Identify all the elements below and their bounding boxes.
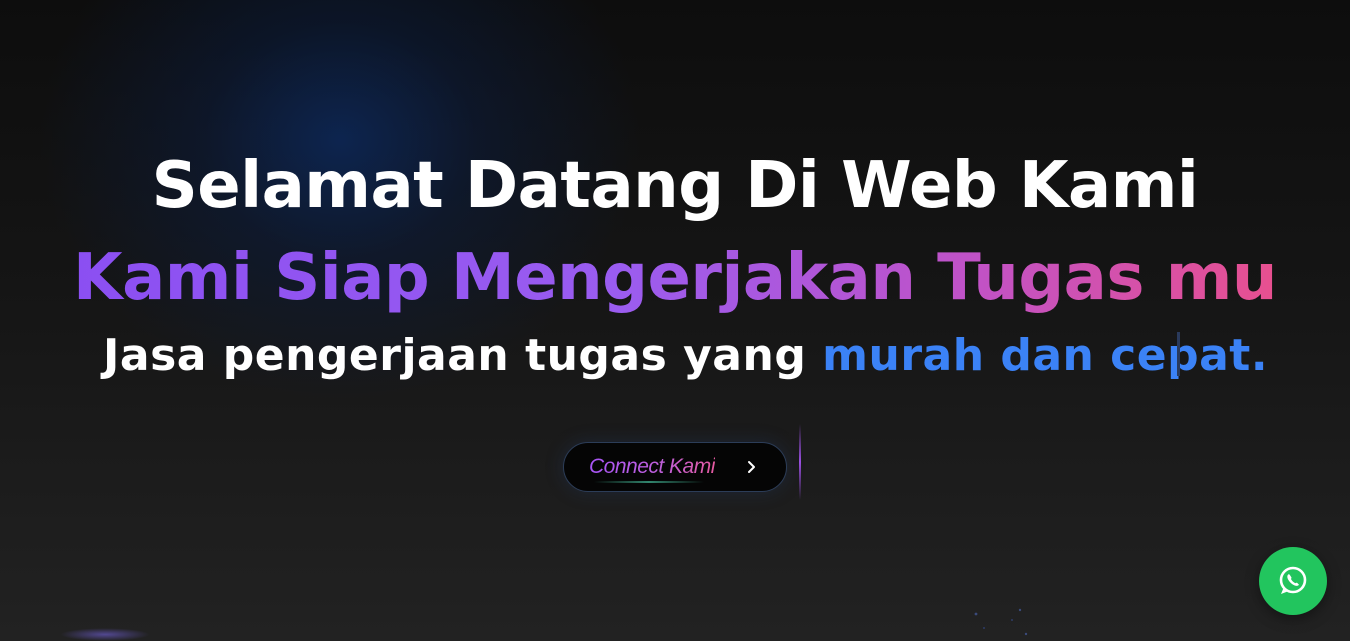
particle-dots-decoration [974, 608, 1028, 636]
tagline-highlight: murah dan cepat. [822, 330, 1269, 381]
hero-headline: Selamat Datang Di Web Kami [151, 149, 1199, 223]
button-beam-decoration [799, 424, 801, 500]
connect-button-label: Connect Kami [589, 455, 715, 478]
typing-cursor [1177, 332, 1180, 376]
bottom-glow-decoration [60, 628, 150, 641]
chevron-right-icon [748, 461, 755, 473]
hero-subheadline-text: Kami Siap Mengerjakan Tugas mu [73, 241, 1277, 315]
whatsapp-button[interactable] [1259, 547, 1327, 615]
tagline-prefix: Jasa pengerjaan tugas yang [103, 330, 823, 381]
connect-button-underline [594, 481, 704, 483]
hero-tagline: Jasa pengerjaan tugas yang murah dan cep… [103, 328, 1268, 384]
hero-section: Selamat Datang Di Web Kami Kami Siap Men… [0, 0, 1350, 641]
hero-subheadline: Kami Siap Mengerjakan Tugas mu [0, 236, 1350, 320]
connect-button[interactable]: Connect Kami [563, 442, 787, 492]
whatsapp-icon [1279, 566, 1307, 594]
